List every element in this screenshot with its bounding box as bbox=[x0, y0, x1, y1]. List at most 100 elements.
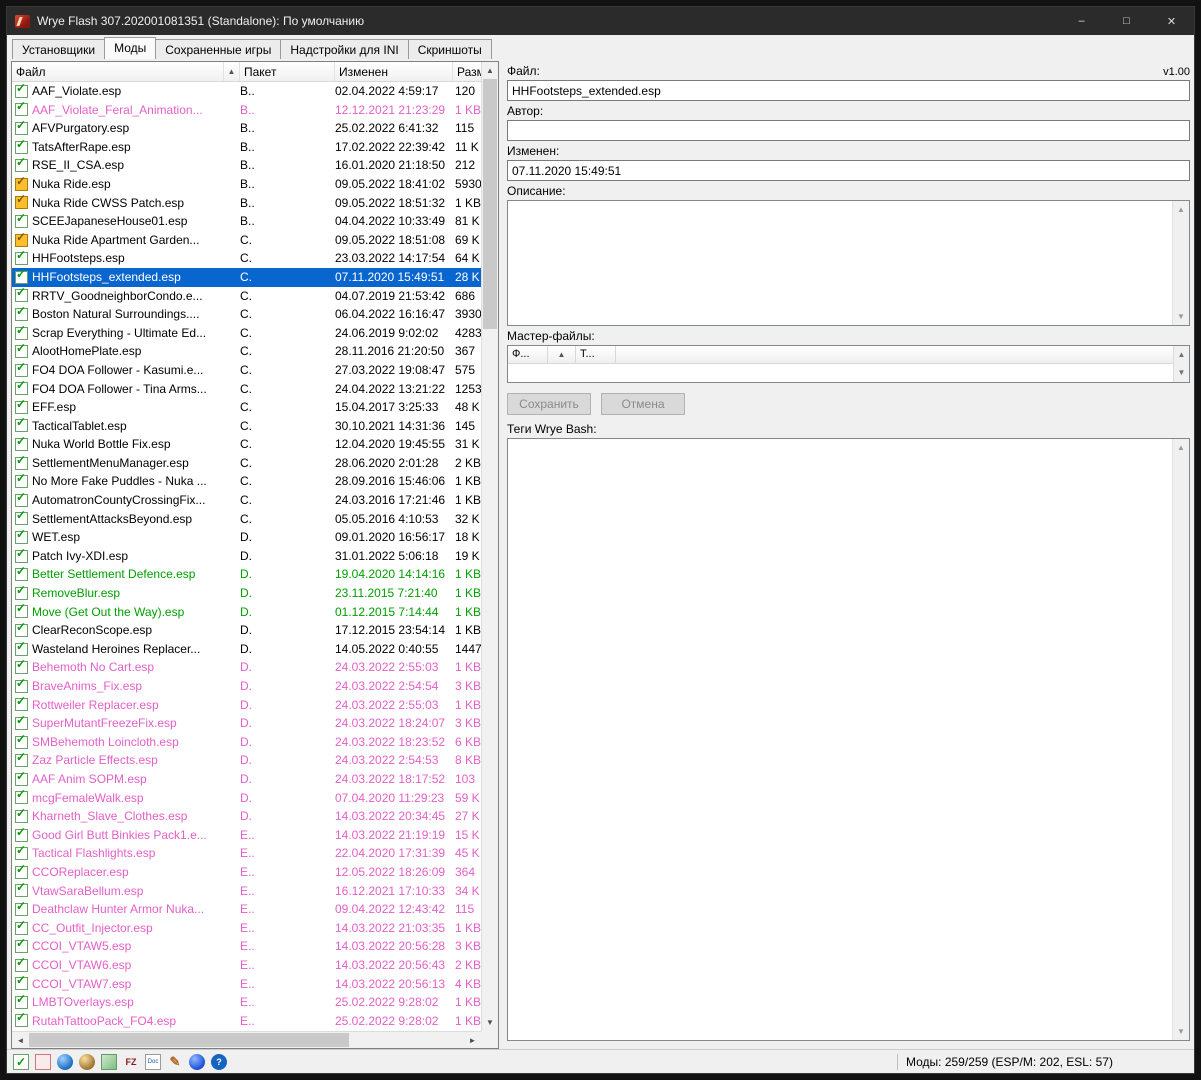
mod-checkbox-green[interactable] bbox=[15, 457, 28, 470]
mod-row[interactable]: CCOI_VTAW7.espE..14.03.2022 20:56:134 KB bbox=[12, 975, 483, 994]
maximize-button[interactable]: □ bbox=[1104, 7, 1149, 35]
mod-checkbox-green[interactable] bbox=[15, 159, 28, 172]
mod-row[interactable]: RutahTattooPack_FO4.espE..25.02.2022 9:2… bbox=[12, 1012, 483, 1031]
image-tool-icon[interactable] bbox=[101, 1054, 117, 1070]
mod-row[interactable]: No More Fake Puddles - Nuka ...C.28.09.2… bbox=[12, 472, 483, 491]
scroll-left-icon[interactable]: ◄ bbox=[12, 1032, 29, 1048]
mod-row[interactable]: AAF_Violate.espB..02.04.2022 4:59:17120 bbox=[12, 82, 483, 101]
mod-row[interactable]: AutomatronCountyCrossingFix...C.24.03.20… bbox=[12, 491, 483, 510]
blue-circle-icon[interactable] bbox=[189, 1054, 205, 1070]
gold-ball-icon[interactable] bbox=[79, 1054, 95, 1070]
author-input[interactable] bbox=[507, 120, 1190, 141]
mod-checkbox-green[interactable] bbox=[15, 475, 28, 488]
horizontal-scrollbar[interactable]: ◄ ► bbox=[12, 1031, 481, 1048]
mod-checkbox-green[interactable] bbox=[15, 977, 28, 990]
mod-checkbox-green[interactable] bbox=[15, 215, 28, 228]
mod-checkbox-green[interactable] bbox=[15, 327, 28, 340]
masters-sort-icon[interactable]: ▲ bbox=[548, 346, 576, 363]
mod-checkbox-green[interactable] bbox=[15, 289, 28, 302]
mod-checkbox-green[interactable] bbox=[15, 568, 28, 581]
mod-checkbox-green[interactable] bbox=[15, 103, 28, 116]
mod-row[interactable]: LMBTOverlays.espE..25.02.2022 9:28:021 K… bbox=[12, 993, 483, 1012]
mod-checkbox-green[interactable] bbox=[15, 996, 28, 1009]
mod-checkbox-green[interactable] bbox=[15, 773, 28, 786]
mod-row[interactable]: HHFootsteps.espC.23.03.2022 14:17:5464 K bbox=[12, 249, 483, 268]
description-textarea[interactable]: ▲ ▼ bbox=[507, 200, 1190, 326]
mod-row[interactable]: SMBehemoth Loincloth.espD.24.03.2022 18:… bbox=[12, 733, 483, 752]
mod-checkbox-green[interactable] bbox=[15, 605, 28, 618]
mod-row[interactable]: SCEEJapaneseHouse01.espB..04.04.2022 10:… bbox=[12, 212, 483, 231]
mod-row[interactable]: AAF_Violate_Feral_Animation...B..12.12.2… bbox=[12, 101, 483, 120]
blue-ball-icon[interactable] bbox=[57, 1054, 73, 1070]
vertical-scroll-thumb[interactable] bbox=[483, 79, 497, 329]
mod-checkbox-green[interactable] bbox=[15, 736, 28, 749]
mod-checkbox-green[interactable] bbox=[15, 382, 28, 395]
mod-row[interactable]: Scrap Everything - Ultimate Ed...C.24.06… bbox=[12, 324, 483, 343]
mod-row[interactable]: AAF Anim SOPM.espD.24.03.2022 18:17:5210… bbox=[12, 770, 483, 789]
file-name-input[interactable] bbox=[507, 80, 1190, 101]
help-icon[interactable]: ? bbox=[211, 1054, 227, 1070]
scroll-right-icon[interactable]: ► bbox=[464, 1032, 481, 1048]
mod-checkbox-green[interactable] bbox=[15, 884, 28, 897]
cancel-button[interactable]: Отмена bbox=[601, 393, 685, 415]
mod-checkbox-green[interactable] bbox=[15, 698, 28, 711]
mod-row[interactable]: CCOReplacer.espE..12.05.2022 18:26:09364 bbox=[12, 863, 483, 882]
mod-checkbox-yellow[interactable] bbox=[15, 234, 28, 247]
column-header-package[interactable]: Пакет bbox=[240, 62, 335, 81]
scroll-up-icon[interactable]: ▲ bbox=[1173, 202, 1189, 217]
mod-checkbox-green[interactable] bbox=[15, 922, 28, 935]
mod-checkbox-green[interactable] bbox=[15, 364, 28, 377]
vertical-scrollbar[interactable]: ▲ ▼ bbox=[481, 62, 498, 1031]
mod-checkbox-green[interactable] bbox=[15, 122, 28, 135]
tab-ini[interactable]: Надстройки для INI bbox=[280, 39, 408, 59]
mod-row[interactable]: VtawSaraBellum.espE..16.12.2021 17:10:33… bbox=[12, 882, 483, 901]
mod-checkbox-green[interactable] bbox=[15, 680, 28, 693]
pencil-icon[interactable]: ✎ bbox=[167, 1054, 183, 1070]
mod-checkbox-green[interactable] bbox=[15, 308, 28, 321]
mod-row[interactable]: CCOI_VTAW6.espE..14.03.2022 20:56:432 KB bbox=[12, 956, 483, 975]
mod-row[interactable]: Nuka World Bottle Fix.espC.12.04.2020 19… bbox=[12, 435, 483, 454]
mod-row[interactable]: HHFootsteps_extended.espC.07.11.2020 15:… bbox=[12, 268, 483, 287]
mod-row[interactable]: Nuka Ride Apartment Garden...C.09.05.202… bbox=[12, 231, 483, 250]
mod-row[interactable]: Wasteland Heroines Replacer...D.14.05.20… bbox=[12, 640, 483, 659]
mod-checkbox-green[interactable] bbox=[15, 271, 28, 284]
mod-checkbox-green[interactable] bbox=[15, 252, 28, 265]
mod-row[interactable]: Zaz Particle Effects.espD.24.03.2022 2:5… bbox=[12, 751, 483, 770]
mod-row[interactable]: ClearReconScope.espD.17.12.2015 23:54:14… bbox=[12, 621, 483, 640]
horizontal-scroll-thumb[interactable] bbox=[29, 1033, 349, 1047]
masters-column-file[interactable]: Ф... bbox=[508, 346, 548, 363]
mod-row[interactable]: SettlementAttacksBeyond.espC.05.05.2016 … bbox=[12, 510, 483, 529]
scroll-down-icon[interactable]: ▼ bbox=[482, 1014, 498, 1031]
mod-checkbox-green[interactable] bbox=[15, 438, 28, 451]
tab-screenshots[interactable]: Скриншоты bbox=[408, 39, 492, 59]
mod-checkbox-green[interactable] bbox=[15, 345, 28, 358]
mod-row[interactable]: CC_Outfit_Injector.espE..14.03.2022 21:0… bbox=[12, 919, 483, 938]
mod-row[interactable]: Good Girl Butt Binkies Pack1.e...E..14.0… bbox=[12, 826, 483, 845]
mod-checkbox-green[interactable] bbox=[15, 810, 28, 823]
mod-checkbox-green[interactable] bbox=[15, 829, 28, 842]
mod-row[interactable]: Boston Natural Surroundings....C.06.04.2… bbox=[12, 305, 483, 324]
mod-checkbox-green[interactable] bbox=[15, 419, 28, 432]
mod-checkbox-green[interactable] bbox=[15, 717, 28, 730]
mod-row[interactable]: Patch Ivy-XDI.espD.31.01.2022 5:06:1819 … bbox=[12, 547, 483, 566]
tab-saves[interactable]: Сохраненные игры bbox=[155, 39, 281, 59]
mod-checkbox-green[interactable] bbox=[15, 512, 28, 525]
mod-checkbox-green[interactable] bbox=[15, 624, 28, 637]
masters-list[interactable]: Ф... ▲ Т... ▲ ▼ bbox=[507, 345, 1190, 383]
mod-checkbox-green[interactable] bbox=[15, 1014, 28, 1027]
mod-row[interactable]: TacticalTablet.espC.30.10.2021 14:31:361… bbox=[12, 417, 483, 436]
masters-scrollbar[interactable]: ▲ ▼ bbox=[1173, 346, 1189, 382]
mod-row[interactable]: Nuka Ride.espB..09.05.2022 18:41:025930 bbox=[12, 175, 483, 194]
scroll-up-icon[interactable]: ▲ bbox=[482, 62, 498, 79]
mod-checkbox-green[interactable] bbox=[15, 866, 28, 879]
mod-checkbox-green[interactable] bbox=[15, 587, 28, 600]
mod-row[interactable]: SettlementMenuManager.espC.28.06.2020 2:… bbox=[12, 454, 483, 473]
scroll-up-icon[interactable]: ▲ bbox=[1174, 346, 1189, 364]
column-header-size[interactable]: Разм bbox=[453, 62, 483, 81]
mod-row[interactable]: Better Settlement Defence.espD.19.04.202… bbox=[12, 565, 483, 584]
mod-row[interactable]: SuperMutantFreezeFix.espD.24.03.2022 18:… bbox=[12, 714, 483, 733]
tab-mods[interactable]: Моды bbox=[104, 37, 156, 59]
mod-checkbox-green[interactable] bbox=[15, 550, 28, 563]
column-header-file[interactable]: Файл bbox=[12, 62, 224, 81]
mod-checkbox-yellow[interactable] bbox=[15, 178, 28, 191]
